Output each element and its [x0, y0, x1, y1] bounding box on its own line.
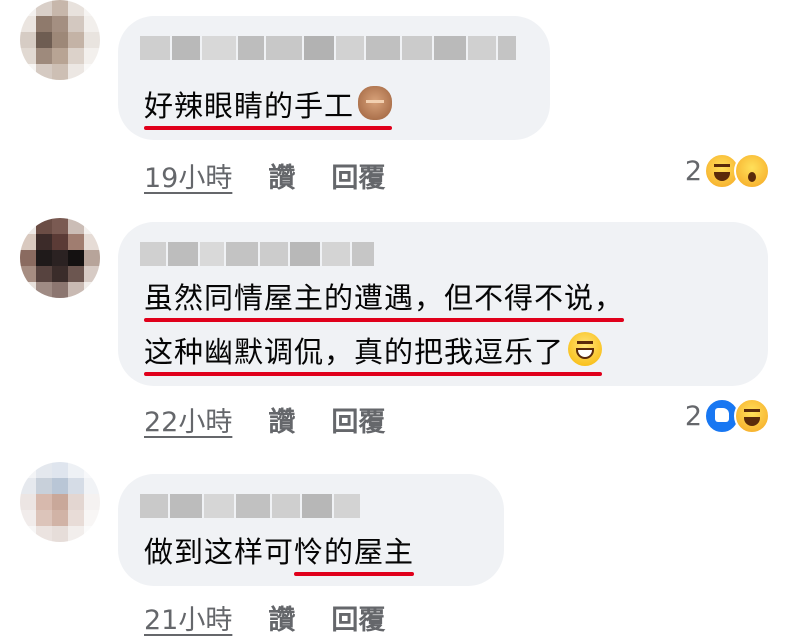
reaction-summary[interactable]: 2 [685, 398, 770, 434]
comment-text-line: 这种幽默调侃，真的把我逗乐了 [144, 332, 603, 376]
comment-text-line: 好辣眼睛的手工 [144, 86, 393, 130]
like-button[interactable]: 讚 [268, 156, 295, 195]
avatar[interactable] [20, 0, 100, 80]
comment-text-line: 虽然同情屋主的遭遇，但不得不说， [144, 280, 625, 322]
blurred-author-name[interactable] [140, 494, 360, 518]
red-underline [294, 572, 415, 576]
reply-button[interactable]: 回覆 [331, 400, 385, 439]
like-button[interactable]: 讚 [268, 598, 295, 637]
reaction-count: 2 [684, 155, 702, 187]
comment-actions: 22小時 讚 回覆 [144, 400, 421, 439]
blurred-author-name[interactable] [140, 36, 516, 60]
red-underline [144, 126, 393, 130]
avatar[interactable] [20, 462, 100, 542]
reaction-summary[interactable]: 2 [685, 153, 770, 189]
see-no-evil-monkey-icon [358, 86, 393, 120]
comment-actions: 21小時 讚 回覆 [144, 598, 421, 637]
timestamp-link[interactable]: 22小時 [144, 400, 232, 439]
comment-bubble: 虽然同情屋主的遭遇，但不得不说， 这种幽默调侃，真的把我逗乐了 [118, 222, 768, 386]
timestamp-link[interactable]: 19小時 [144, 156, 232, 195]
reply-button[interactable]: 回覆 [331, 156, 385, 195]
blurred-author-name[interactable] [140, 242, 374, 266]
wow-icon [734, 153, 770, 189]
comment-text-line: 做到这样可怜的屋主 [144, 534, 415, 576]
haha-icon [734, 398, 770, 434]
comment-actions: 19小時 讚 回覆 [144, 156, 421, 195]
comment-bubble: 好辣眼睛的手工 [118, 16, 550, 140]
avatar[interactable] [20, 218, 100, 298]
like-button[interactable]: 讚 [268, 400, 295, 439]
timestamp-link[interactable]: 21小時 [144, 598, 232, 637]
red-underline [144, 318, 625, 322]
comment-bubble: 做到这样可怜的屋主 [118, 474, 504, 586]
reaction-count: 2 [684, 400, 702, 432]
reply-button[interactable]: 回覆 [331, 598, 385, 637]
grinning-face-icon [568, 332, 603, 366]
red-underline [144, 372, 603, 376]
